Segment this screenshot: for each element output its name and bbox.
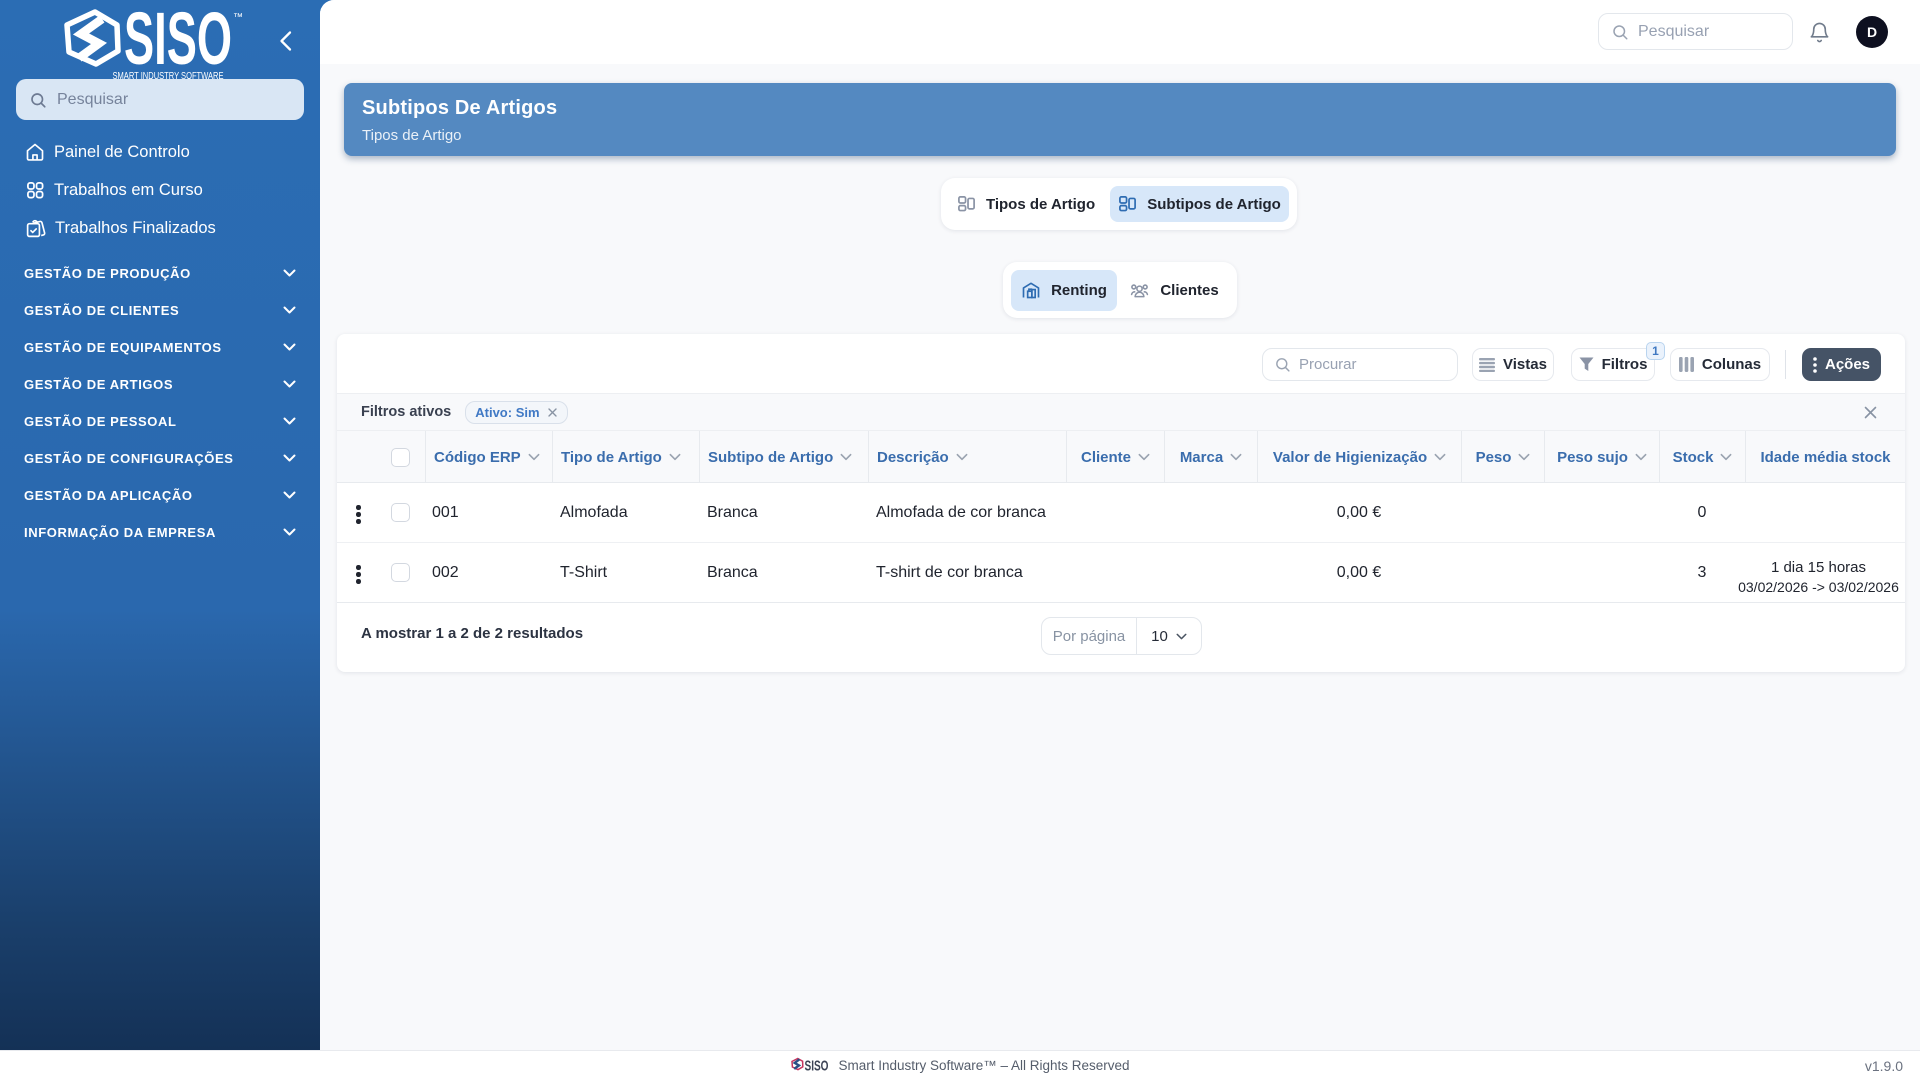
svg-text:™: ™ [233, 12, 243, 23]
svg-text:SISO: SISO [805, 1058, 829, 1075]
